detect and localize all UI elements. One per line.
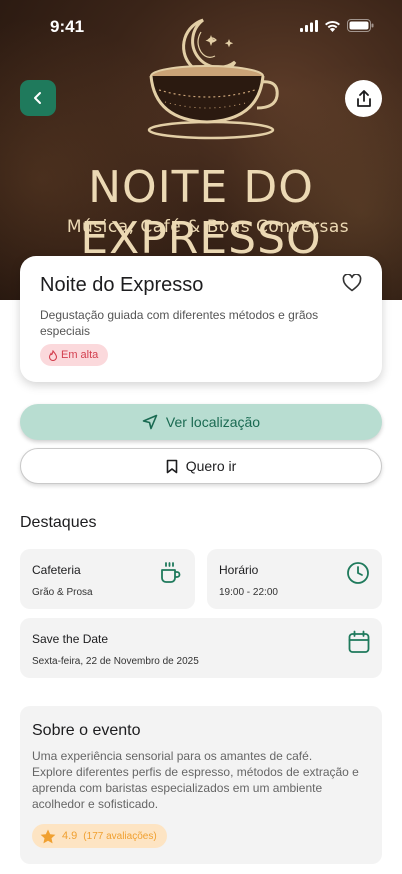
rating-badge: 4.9 (177 avaliações) (32, 824, 167, 848)
about-title: Sobre o evento (32, 722, 141, 739)
event-description: Degustação guiada com diferentes métodos… (40, 308, 319, 338)
share-icon (356, 89, 371, 107)
wifi-icon (325, 20, 340, 32)
highlight-cafe-value: Grão & Prosa (32, 587, 93, 598)
rating-value: 4.9 (62, 830, 78, 842)
highlight-cafe-card: Cafeteria Grão & Prosa (20, 549, 195, 609)
about-description: Uma experiência sensorial para os amante… (32, 749, 359, 811)
calendar-icon (348, 630, 370, 653)
heart-icon[interactable] (342, 274, 362, 292)
hero-subtitle: Música, Café & Boas Conversas (66, 217, 350, 237)
event-hero-banner: 9:41 NOITE DO EXPRESSO Música, Café & Bo… (0, 0, 402, 300)
want-to-go-button[interactable]: Quero ir (20, 448, 382, 484)
want-to-go-label: Quero ir (185, 458, 237, 474)
battery-icon (347, 19, 374, 32)
share-button[interactable] (345, 80, 382, 117)
back-button[interactable] (20, 80, 56, 116)
status-icons (300, 19, 374, 32)
highlight-date-value: Sexta-feira, 22 de Novembro de 2025 (32, 656, 199, 667)
trending-badge-label: Em alta (61, 349, 99, 361)
status-bar: 9:41 (0, 0, 402, 54)
view-location-label: Ver localização (165, 414, 261, 430)
clock-icon (347, 562, 369, 584)
bookmark-icon (166, 459, 178, 473)
event-info-card: Noite do Expresso Degustação guiada com … (20, 256, 382, 382)
about-event-card: Sobre o evento Uma experiência sensorial… (20, 706, 382, 864)
rating-review-count: (177 avaliações) (83, 830, 157, 842)
event-title: Noite do Expresso (40, 274, 204, 296)
highlight-time-value: 19:00 - 22:00 (219, 587, 278, 598)
coffee-cup-icon (161, 562, 181, 583)
hero-title: NOITE DO EXPRESSO (80, 162, 322, 264)
star-icon (40, 829, 56, 843)
highlight-date-card: Save the Date Sexta-feira, 22 de Novembr… (20, 618, 382, 678)
highlight-time-card: Horário 19:00 - 22:00 (207, 549, 382, 609)
highlights-title: Destaques (20, 514, 97, 531)
flame-icon (48, 349, 58, 361)
view-location-button[interactable]: Ver localização (20, 404, 382, 440)
highlight-date-label: Save the Date (32, 632, 109, 646)
trending-badge: Em alta (40, 344, 109, 366)
navigation-arrow-icon (142, 414, 158, 430)
status-time: 9:41 (50, 17, 85, 36)
chevron-left-icon (34, 92, 41, 104)
cellular-signal-icon (300, 19, 318, 32)
